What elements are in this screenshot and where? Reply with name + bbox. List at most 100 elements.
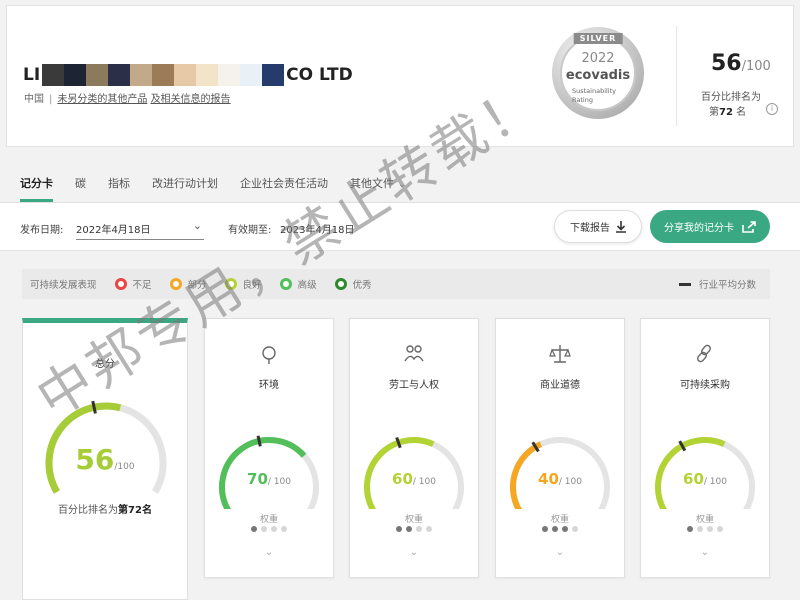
company-name-end: CO LTD	[286, 65, 353, 85]
download-icon	[616, 220, 626, 233]
expand-chevron-icon[interactable]: ⌄	[205, 547, 333, 558]
publish-date-value: 2022年4月18日	[76, 225, 151, 236]
company-country: 中国	[24, 94, 44, 105]
legend-label: 部分	[187, 280, 207, 291]
legend-item-good: 良好	[224, 277, 262, 291]
category-score-of: / 100	[412, 477, 436, 487]
expand-chevron-icon[interactable]: ⌄	[350, 547, 478, 558]
weight-label: 权重	[695, 515, 714, 525]
valid-until-value: 2023年4月18日	[280, 225, 355, 236]
download-report-button[interactable]: 下载报告	[554, 210, 642, 243]
category-title: 劳工与人权	[389, 380, 439, 391]
weight-dot	[572, 526, 578, 532]
category-score-value: 70	[247, 470, 268, 488]
weight-dot	[687, 526, 693, 532]
performance-legend: 可持续发展表现 不足 部分 良好 高级 优秀 行业平均分数	[22, 269, 770, 299]
rank-value: 72	[719, 107, 733, 118]
medal-level: SILVER	[573, 33, 623, 44]
category-score-of: / 100	[267, 477, 291, 487]
legend-item-advanced: 高级	[279, 277, 317, 291]
category-score-of: / 100	[558, 477, 582, 487]
category-score-value: 60	[392, 470, 413, 488]
weight-dot	[707, 526, 713, 532]
legend-dot	[224, 278, 237, 290]
tab-bar: 记分卡 碳 指标 改进行动计划 企业社会责任活动 其他文件 ⌄	[0, 160, 800, 202]
weight-label: 权重	[550, 515, 569, 525]
category-gauge	[364, 437, 464, 509]
overall-score: 56/100	[23, 443, 187, 476]
weight-dot	[542, 526, 548, 532]
average-marker-icon	[678, 282, 691, 286]
weight-dots	[496, 526, 624, 532]
overall-rank: 百分比排名为第72名	[23, 501, 187, 516]
legend-title: 可持续发展表现	[30, 280, 97, 291]
category-score-value: 60	[683, 470, 704, 488]
company-header-card: LI CO LTD 中国 | 未另分类的其他产品 及相关信息的报告 SILVER 2…	[6, 5, 794, 147]
legend-label: 优秀	[352, 280, 372, 291]
tab-scorecard[interactable]: 记分卡	[20, 160, 53, 202]
overall-gauge-industry-average-marker	[91, 400, 97, 414]
legend-avg-label: 行业平均分数	[698, 280, 756, 291]
category-title: 商业道德	[540, 380, 580, 391]
expand-chevron-icon[interactable]: ⌄	[496, 547, 624, 558]
share-scorecard-button[interactable]: 分享我的记分卡	[650, 210, 770, 243]
company-industry-link[interactable]: 未另分类的其他产品	[57, 94, 147, 105]
share-icon	[742, 220, 756, 233]
legend-dot	[114, 278, 127, 290]
category-gauge	[510, 437, 610, 509]
info-icon[interactable]: i	[766, 103, 778, 115]
weight-dot	[281, 526, 287, 532]
category-card-environment[interactable]: 环境 70/ 100 权重 ⌄	[204, 318, 334, 578]
tab-carbon[interactable]: 碳	[75, 160, 86, 202]
tab-csr-activities[interactable]: 企业社会责任活动	[240, 160, 328, 202]
category-card-labor-human-rights[interactable]: 劳工与人权 60/ 100 权重 ⌄	[349, 318, 479, 578]
medal-line2: Rating	[572, 96, 593, 104]
tab-indicators[interactable]: 指标	[108, 160, 130, 202]
category-gauge	[219, 435, 319, 509]
overall-score-value: 56	[75, 443, 115, 476]
category-card-sustainable-procurement[interactable]: 可持续采购 60/ 100 权重 ⌄	[640, 318, 770, 578]
tab-other-documents[interactable]: 其他文件 ⌄	[350, 160, 406, 202]
chevron-down-icon: ⌄	[398, 180, 406, 190]
publish-date-select[interactable]: 2022年4月18日 ⌄	[76, 215, 204, 240]
legend-item-partial: 部分	[169, 277, 207, 291]
expand-chevron-icon[interactable]: ⌄	[641, 547, 769, 558]
legend-industry-average: 行业平均分数	[678, 277, 756, 291]
tab-other-documents-label: 其他文件	[350, 177, 394, 190]
weight-label: 权重	[404, 515, 423, 525]
category-gauge	[655, 437, 755, 509]
weight-dot	[697, 526, 703, 532]
legend-dot	[279, 278, 292, 290]
company-report-link[interactable]: 及相关信息的报告	[151, 94, 231, 105]
overall-rank-prefix: 百分比排名为	[58, 505, 119, 516]
company-name-start: LI	[23, 65, 41, 85]
header-score: 56/100	[711, 51, 771, 76]
leaf-icon	[262, 346, 276, 364]
weight-dot	[562, 526, 568, 532]
tab-action-plan[interactable]: 改进行动计划	[152, 160, 218, 202]
download-report-label: 下载报告	[570, 223, 610, 234]
legend-item-outstanding: 优秀	[334, 277, 372, 291]
legend-label: 良好	[242, 280, 262, 291]
legend-label: 不足	[132, 280, 152, 291]
header-score-of: /100	[741, 59, 771, 74]
weight-dot	[717, 526, 723, 532]
overall-score-of: /100	[114, 462, 135, 472]
header-score-value: 56	[711, 51, 742, 76]
redacted-mosaic	[42, 64, 285, 86]
category-score: 40/ 100	[496, 469, 624, 488]
category-score: 70/ 100	[205, 469, 333, 488]
weight-dots	[641, 526, 769, 532]
valid-until-label: 有效期至:	[228, 225, 272, 236]
company-subtitle: 中国 | 未另分类的其他产品 及相关信息的报告	[24, 94, 231, 105]
chevron-down-icon: ⌄	[192, 219, 202, 232]
category-score: 60/ 100	[641, 469, 769, 488]
category-gauge-industry-average-marker	[256, 435, 262, 447]
category-title: 环境	[259, 380, 279, 391]
scales-icon	[549, 345, 571, 363]
category-card-ethics[interactable]: 商业道德 40/ 100 权重 ⌄	[495, 318, 625, 578]
weight-label: 权重	[259, 515, 278, 525]
weight-dot	[406, 526, 412, 532]
legend-dot	[334, 278, 347, 290]
legend-item-insufficient: 不足	[114, 277, 152, 291]
